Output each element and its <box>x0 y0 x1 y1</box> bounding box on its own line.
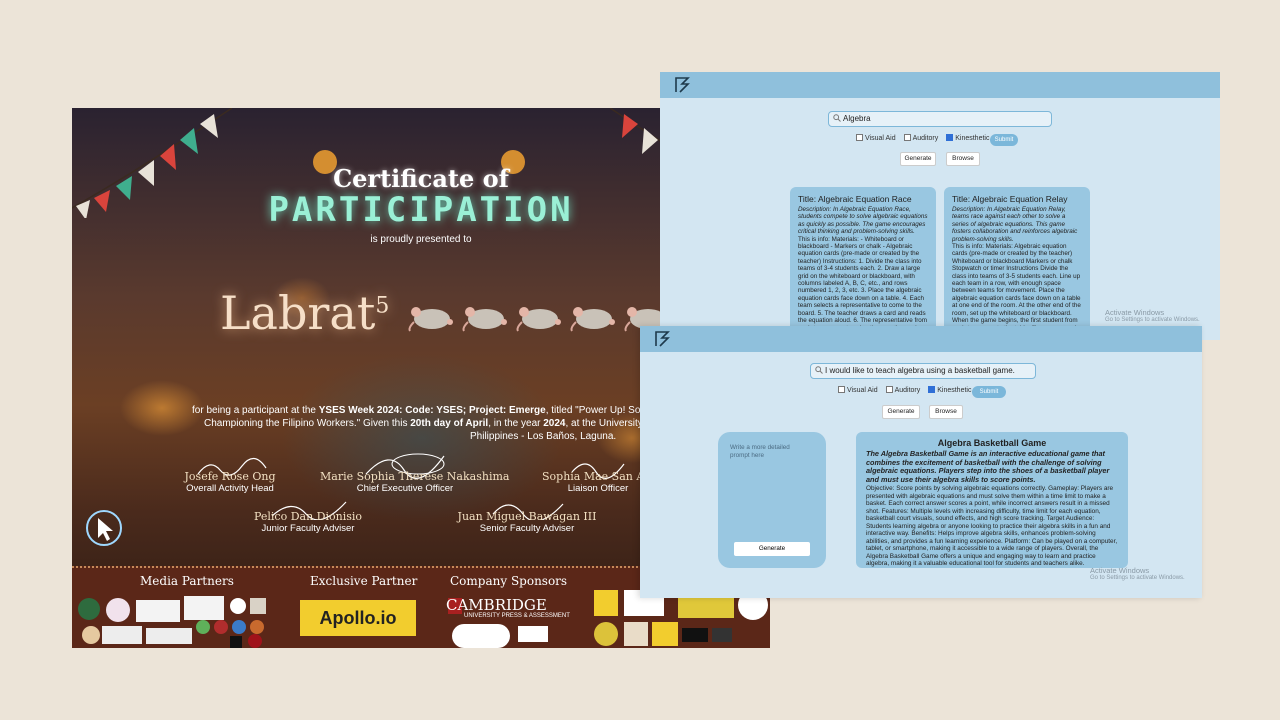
media-partner-logo <box>146 628 192 644</box>
search-icon <box>815 366 823 374</box>
result-title: Algebra Basketball Game <box>937 438 1047 448</box>
media-partner-logo <box>232 620 246 634</box>
media-partner-logo <box>230 598 246 614</box>
signatory-1: Josefe Rose Ong Overall Activity Head <box>170 456 290 494</box>
visual-aid-checkbox[interactable] <box>856 134 863 141</box>
media-partner-logo <box>196 620 210 634</box>
apollo-io-logo: Apollo.io <box>300 600 416 636</box>
signatory-role: Junior Faculty Adviser <box>261 523 355 534</box>
visual-aid-checkbox[interactable] <box>838 386 845 393</box>
signatory-4: Pelico Dan Dionisio Junior Faculty Advis… <box>248 496 368 534</box>
kinesthetic-checkbox[interactable] <box>946 134 954 141</box>
option-label: Kinesthetic <box>955 135 990 142</box>
app-logo-icon[interactable] <box>654 330 670 348</box>
result-description: The Algebra Basketball Game is an intera… <box>866 449 1110 484</box>
media-partner-logo <box>106 598 130 622</box>
media-partner-logo <box>184 596 224 620</box>
learning-style-options: Visual Aid Auditory Kinesthetic <box>832 386 971 394</box>
auditory-checkbox[interactable] <box>885 386 893 393</box>
rat-emoji-icon <box>408 307 453 332</box>
result-body: Objective: Score points by solving algeb… <box>866 485 1118 568</box>
search-input[interactable]: I would like to teach algebra using a ba… <box>810 363 1036 379</box>
auditory-checkbox[interactable] <box>903 134 911 141</box>
media-partner-logo <box>250 620 264 634</box>
sponsor-logo <box>624 622 648 646</box>
activate-windows-watermark: Activate Windows Go to Settings to activ… <box>1090 566 1185 581</box>
option-label: Auditory <box>894 387 921 394</box>
app-header <box>640 326 1202 352</box>
media-partner-logo <box>250 598 266 614</box>
signatory-5: Juan Miguel Bawagan III Senior Faculty A… <box>452 496 602 534</box>
submit-button[interactable]: Submit <box>972 386 1006 398</box>
app-window-generate: I would like to teach algebra using a ba… <box>640 326 1202 598</box>
option-label: Auditory <box>912 135 939 142</box>
exclusive-partner-heading: Exclusive Partner <box>310 574 418 588</box>
signatory-role: Chief Executive Officer <box>356 483 454 494</box>
media-partner-logo <box>248 634 262 648</box>
sponsor-logo <box>712 628 732 642</box>
rat-emoji-icon <box>516 307 561 332</box>
card-info: This is info: Materials: - Whiteboard or… <box>798 235 928 340</box>
search-icon <box>833 114 841 122</box>
sponsor-logo <box>452 624 510 648</box>
browse-tab-button[interactable]: Browse <box>946 152 980 166</box>
company-sponsors-heading: Company Sponsors <box>450 574 568 588</box>
cambridge-subtitle: UNIVERSITY PRESS & ASSESSMENT <box>464 613 570 619</box>
gdsc-logo <box>136 600 180 622</box>
signatory-role: Overall Activity Head <box>186 483 274 494</box>
generated-result-card: Algebra Basketball Game The Algebra Bask… <box>856 432 1128 568</box>
media-partner-logo <box>230 636 242 648</box>
option-label: Kinesthetic <box>937 387 972 394</box>
activate-windows-watermark: Activate Windows Go to Settings to activ… <box>1105 308 1200 323</box>
search-value: Algebra <box>843 114 871 123</box>
signatory-name: Pelico Dan Dionisio <box>253 510 363 523</box>
media-partner-logo <box>82 626 100 644</box>
card-description: Description: In Algebraic Equation Race,… <box>798 206 928 236</box>
card-description: Description: In Algebraic Equation Relay… <box>952 206 1078 243</box>
organization-logo-icon <box>86 510 122 546</box>
rat-emoji-icon <box>462 307 507 332</box>
signatory-role: Senior Faculty Adviser <box>479 523 575 534</box>
kinesthetic-checkbox[interactable] <box>928 386 936 393</box>
card-title: Title: Algebraic Equation Race <box>798 194 912 204</box>
prompt-generate-button[interactable]: Generate <box>734 542 810 556</box>
sponsor-logo <box>682 628 708 642</box>
game-card[interactable]: Title: Algebraic Equation Relay Descript… <box>944 187 1090 340</box>
option-label: Visual Aid <box>865 135 896 142</box>
learning-style-options: Visual Aid Auditory Kinesthetic <box>850 134 989 142</box>
cambridge-logo: CAMBRIDGE <box>446 596 547 614</box>
sponsor-logo <box>594 622 618 646</box>
app-header <box>660 72 1220 98</box>
option-label: Visual Aid <box>847 387 878 394</box>
search-value: I would like to teach algebra using a ba… <box>825 366 1015 375</box>
rat-emoji-icon <box>570 307 615 332</box>
sponsor-logo <box>594 590 618 616</box>
game-card[interactable]: Title: Algebraic Equation Race Descripti… <box>790 187 936 340</box>
submit-button[interactable]: Submit <box>990 134 1018 146</box>
app-logo-icon[interactable] <box>674 76 690 94</box>
recipient-name: Labrat5 <box>220 286 674 340</box>
media-partner-logo <box>102 626 142 644</box>
generate-tab-button[interactable]: Generate <box>882 405 920 419</box>
prompt-textarea[interactable]: Write a more detailed prompt here <box>730 444 810 459</box>
signatory-name: Marie Sophia Therese Nakashima <box>320 470 510 483</box>
signatory-name: Juan Miguel Bawagan III <box>457 510 597 523</box>
app-window-search-results: Algebra Visual Aid Auditory Kinesthetic … <box>660 72 1220 340</box>
search-input[interactable]: Algebra <box>828 111 1052 127</box>
sponsor-logo <box>652 622 678 646</box>
sponsor-logo <box>518 626 548 642</box>
card-title: Title: Algebraic Equation Relay <box>952 194 1068 204</box>
signatory-2: Marie Sophia Therese Nakashima Chief Exe… <box>320 448 510 494</box>
browse-tab-button[interactable]: Browse <box>929 405 963 419</box>
media-partner-logo <box>78 598 100 620</box>
generate-tab-button[interactable]: Generate <box>900 152 936 166</box>
prompt-panel: Write a more detailed prompt here Genera… <box>718 432 826 568</box>
media-partners-heading: Media Partners <box>140 574 234 588</box>
signatory-name: Josefe Rose Ong <box>184 470 276 483</box>
media-partner-logo <box>214 620 228 634</box>
